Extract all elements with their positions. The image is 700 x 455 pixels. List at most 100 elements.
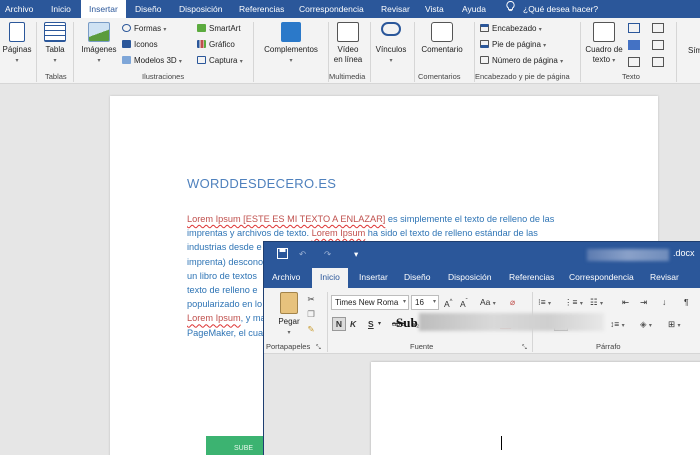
group-label-tablas: Tablas (45, 72, 67, 81)
pie-pagina-button[interactable]: Pie de página ▾ (480, 39, 546, 52)
grafico-button[interactable]: Gráfico (197, 39, 235, 50)
date-time-icon[interactable] (652, 40, 664, 50)
font-size-select[interactable]: 16 ▾ (411, 295, 439, 310)
wordart-icon[interactable] (628, 40, 640, 50)
encabezado-button[interactable]: Encabezado ▾ (480, 23, 542, 36)
tab-ayuda[interactable]: Ayuda (462, 0, 486, 18)
comentario-button[interactable]: Comentario (416, 22, 468, 55)
smartart-button[interactable]: SmartArt (197, 23, 241, 34)
video-icon (337, 22, 359, 42)
customize-qat-icon[interactable]: ▾ (354, 248, 358, 260)
back-ribbon: Páginas ▾ Tabla ▾ Tablas Imágenes ▾ Formas … (0, 18, 700, 84)
tab-insertar[interactable]: Insertar (81, 0, 126, 18)
tab-revisar[interactable]: Revisar (381, 0, 410, 18)
tab-inicio[interactable]: Inicio (312, 268, 348, 288)
grow-font-icon[interactable]: A^ (444, 296, 453, 310)
group-label-texto: Texto (622, 72, 640, 81)
separator (327, 292, 328, 352)
tab-diseno[interactable]: Diseño (135, 0, 161, 18)
separator (580, 22, 581, 82)
document-subheading: Sub (396, 315, 418, 330)
multilevel-icon[interactable]: ☷ ▾ (590, 296, 603, 310)
group-label-portapapeles: Portapapeles (266, 342, 311, 351)
screenshot-icon (197, 56, 206, 64)
bold-button[interactable]: N (332, 317, 346, 331)
decrease-indent-icon[interactable]: ⇤ (622, 296, 629, 308)
numero-pagina-button[interactable]: Número de página ▾ (480, 55, 563, 68)
footer-icon (480, 40, 489, 48)
pilcrow-icon[interactable]: ¶ (684, 296, 689, 308)
group-label-comentarios: Comentarios (418, 72, 461, 81)
simbolos-button-cut[interactable]: Sím (688, 45, 700, 56)
iconos-button[interactable]: Iconos (122, 39, 158, 50)
front-document-page[interactable] (371, 362, 700, 455)
tab-correspondencia[interactable]: Correspondencia (299, 0, 364, 18)
tab-referencias[interactable]: Referencias (509, 266, 554, 288)
tab-archivo[interactable]: Archivo (272, 266, 300, 288)
table-icon (44, 22, 66, 42)
page-number-icon (480, 56, 489, 64)
tab-referencias[interactable]: Referencias (239, 0, 284, 18)
tab-disposicion[interactable]: Disposición (179, 0, 222, 18)
video-button[interactable]: Vídeo en línea (330, 22, 366, 65)
format-painter-icon[interactable]: ✎ (306, 323, 316, 335)
undo-icon[interactable]: ↶ (299, 248, 306, 260)
line-spacing-icon[interactable]: ↕≡ ▾ (610, 318, 625, 332)
lightbulb-icon[interactable] (506, 0, 515, 18)
underline-button[interactable]: S (368, 318, 374, 330)
paginas-button[interactable]: Páginas ▾ (2, 22, 32, 66)
tell-me-search[interactable]: ¿Qué desea hacer? (523, 0, 598, 18)
vinculos-button[interactable]: Vínculos ▾ (372, 22, 410, 66)
font-name-select[interactable]: Times New Roma ▾ (331, 295, 409, 310)
shading-icon[interactable]: ◈ ▾ (640, 318, 652, 332)
dialog-launcher-icon[interactable]: ⤡ (522, 342, 527, 354)
blurred-heading-text (419, 313, 604, 331)
tab-revisar[interactable]: Revisar (650, 266, 679, 288)
chevron-down-icon[interactable]: ▾ (378, 318, 381, 330)
separator (370, 22, 371, 82)
separator (253, 22, 254, 82)
tab-inicio[interactable]: Inicio (51, 0, 71, 18)
imagenes-button[interactable]: Imágenes ▾ (80, 22, 118, 66)
group-label-ilustraciones: Ilustraciones (142, 72, 185, 81)
cuadro-texto-button[interactable]: Cuadro de texto ▾ (582, 22, 626, 66)
tab-diseno[interactable]: Diseño (404, 266, 430, 288)
quick-parts-icon[interactable] (628, 23, 640, 33)
dropcap-icon[interactable] (628, 57, 640, 67)
tab-disposicion[interactable]: Disposición (448, 266, 491, 288)
formas-button[interactable]: Formas ▾ (122, 23, 166, 36)
tab-vista[interactable]: Vista (425, 0, 444, 18)
bullets-icon[interactable]: ⁝≡ ▾ (538, 296, 551, 310)
numbering-icon[interactable]: ⋮≡ ▾ (564, 296, 583, 310)
copy-icon[interactable]: ❐ (306, 308, 316, 320)
shrink-font-icon[interactable]: Aˇ (460, 296, 468, 310)
link-text[interactable]: Lorem Ipsum [ESTE ES MI TEXTO A ENLAZAR] (187, 214, 385, 224)
tabla-button[interactable]: Tabla ▾ (42, 22, 68, 66)
sort-icon[interactable]: ↓ (662, 296, 666, 308)
clear-format-icon[interactable]: ⌀ (510, 296, 515, 308)
separator (73, 22, 74, 82)
signature-line-icon[interactable] (652, 23, 664, 33)
save-icon[interactable] (277, 248, 288, 262)
object-icon[interactable] (652, 57, 664, 67)
dialog-launcher-icon[interactable]: ⤡ (316, 342, 321, 354)
paste-icon (280, 292, 298, 314)
captura-button[interactable]: Captura ▾ (197, 55, 243, 68)
tab-correspondencia[interactable]: Correspondencia (569, 266, 634, 288)
tab-insertar[interactable]: Insertar (359, 266, 388, 288)
front-word-window: ↶ ↷ ▾ .docx Archivo Inicio Insertar Dise… (263, 241, 700, 455)
group-label-multimedia: Multimedia (329, 72, 366, 81)
increase-indent-icon[interactable]: ⇥ (640, 296, 647, 308)
smartart-icon (197, 24, 206, 32)
borders-icon[interactable]: ⊞ ▾ (668, 318, 681, 332)
tab-archivo[interactable]: Archivo (5, 0, 33, 18)
cut-icon[interactable]: ✂ (306, 293, 316, 305)
redo-icon[interactable]: ↷ (324, 248, 331, 260)
complementos-button[interactable]: Complementos ▾ (260, 22, 322, 66)
italic-button[interactable]: K (350, 318, 356, 330)
pegar-button[interactable]: Pegar ▾ (272, 292, 306, 338)
text-line: imprentas y archivos de texto. Lorem Ips… (187, 228, 538, 239)
chart-icon (197, 40, 206, 48)
change-case-icon[interactable]: Aa ▾ (480, 296, 496, 310)
modelos3d-button[interactable]: Modelos 3D ▾ (122, 55, 182, 68)
